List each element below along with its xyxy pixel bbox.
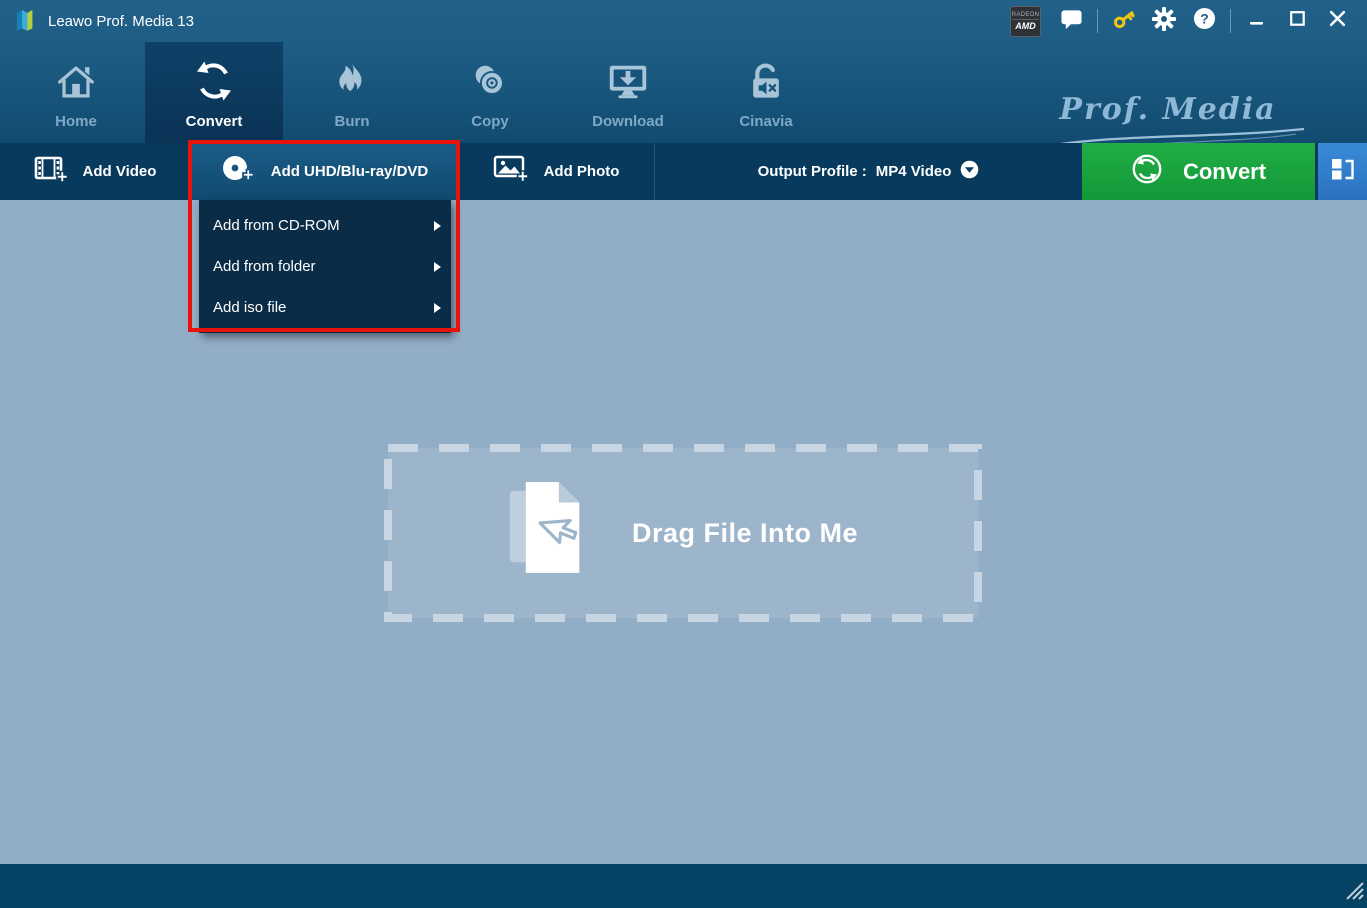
close-button[interactable] [1317,3,1357,39]
register-button[interactable] [1104,3,1144,39]
titlebar-separator [1230,9,1231,33]
app-title: Leawo Prof. Media 13 [48,13,194,30]
amd-badge-top-text: RADEON [1012,12,1039,20]
tab-label: Download [592,113,664,130]
feedback-button[interactable] [1051,3,1091,39]
add-photo-button[interactable]: Add Photo [458,143,655,200]
resize-grip[interactable] [1342,878,1364,905]
tab-label: Cinavia [739,113,792,130]
add-uhd-bluray-dvd-button[interactable]: Add UHD/Blu-ray/DVD [190,143,458,200]
convert-button-label: Convert [1183,159,1266,185]
add-video-label: Add Video [83,163,157,180]
add-uhd-bluray-dvd-label: Add UHD/Blu-ray/DVD [271,163,429,180]
settings-button[interactable] [1144,3,1184,39]
tab-copy[interactable]: Copy [421,42,559,143]
titlebar-separator [1097,9,1098,33]
output-profile-value: MP4 Video [876,163,952,180]
drag-file-icon [508,475,590,592]
maximize-button[interactable] [1277,3,1317,39]
add-disc-icon [220,154,256,190]
leawo-logo-icon [12,6,39,37]
key-icon [1111,6,1137,37]
status-bar [0,864,1367,908]
output-profile-label: Output Profile : [758,163,867,180]
help-icon: ? [1193,7,1216,35]
main-tab-bar: Home Convert [0,42,1367,143]
output-profile-dropdown-icon[interactable] [960,160,979,183]
convert-icon [190,51,238,105]
menu-item-add-from-folder[interactable]: Add from folder [199,246,451,287]
svg-text:?: ? [1200,10,1208,26]
tab-convert[interactable]: Convert [145,42,283,143]
burn-icon [330,51,374,105]
help-button[interactable]: ? [1184,3,1224,39]
title-bar: Leawo Prof. Media 13 RADEON AMD [0,0,1367,42]
convert-circle-icon [1131,153,1163,191]
chevron-right-icon [434,221,441,231]
add-photo-icon [493,154,529,190]
dropzone-content: Drag File Into Me [383,443,983,623]
app-window: Leawo Prof. Media 13 RADEON AMD [0,0,1367,908]
header: Leawo Prof. Media 13 RADEON AMD [0,0,1367,143]
action-toolbar: Add Video Add UHD/Blu-ray/DVD [0,143,1367,200]
close-icon [1329,10,1346,32]
amd-badge-bottom-text: AMD [1015,22,1036,31]
dropzone-label: Drag File Into Me [632,518,858,549]
menu-item-label: Add iso file [213,299,286,316]
file-drop-zone[interactable]: Drag File Into Me [383,443,983,623]
tab-label: Home [55,113,97,130]
tab-home[interactable]: Home [7,42,145,143]
gear-icon [1152,7,1176,36]
maximize-icon [1290,11,1305,31]
tab-cinavia[interactable]: Cinavia [697,42,835,143]
cinavia-icon [744,51,788,105]
titlebar-controls: RADEON AMD [1010,3,1357,39]
panel-layout-icon [1329,156,1356,187]
menu-item-label: Add from folder [213,258,316,275]
add-video-icon [34,154,68,190]
brand-script-text: Prof. Media [1013,92,1323,127]
amd-radeon-badge: RADEON AMD [1010,6,1041,37]
add-photo-label: Add Photo [544,163,620,180]
minimize-button[interactable] [1237,3,1277,39]
tab-label: Burn [335,113,370,130]
minimize-icon [1250,12,1264,31]
tab-label: Convert [186,113,243,130]
download-icon [605,51,651,105]
menu-item-label: Add from CD-ROM [213,217,340,234]
add-video-button[interactable]: Add Video [0,143,190,200]
tab-burn[interactable]: Burn [283,42,421,143]
tab-download[interactable]: Download [559,42,697,143]
menu-item-add-iso-file[interactable]: Add iso file [199,287,451,328]
home-icon [53,51,99,105]
tab-label: Copy [471,113,509,130]
convert-button[interactable]: Convert [1082,143,1315,200]
chevron-right-icon [434,303,441,313]
menu-item-add-from-cdrom[interactable]: Add from CD-ROM [199,205,451,246]
panel-toggle-button[interactable] [1315,143,1367,200]
feedback-bubble-icon [1060,8,1083,35]
chevron-right-icon [434,262,441,272]
copy-icon [467,51,513,105]
add-uhd-dropdown-menu: Add from CD-ROM Add from folder Add iso … [199,200,451,333]
output-profile-selector[interactable]: Output Profile : MP4 Video [655,143,1082,200]
